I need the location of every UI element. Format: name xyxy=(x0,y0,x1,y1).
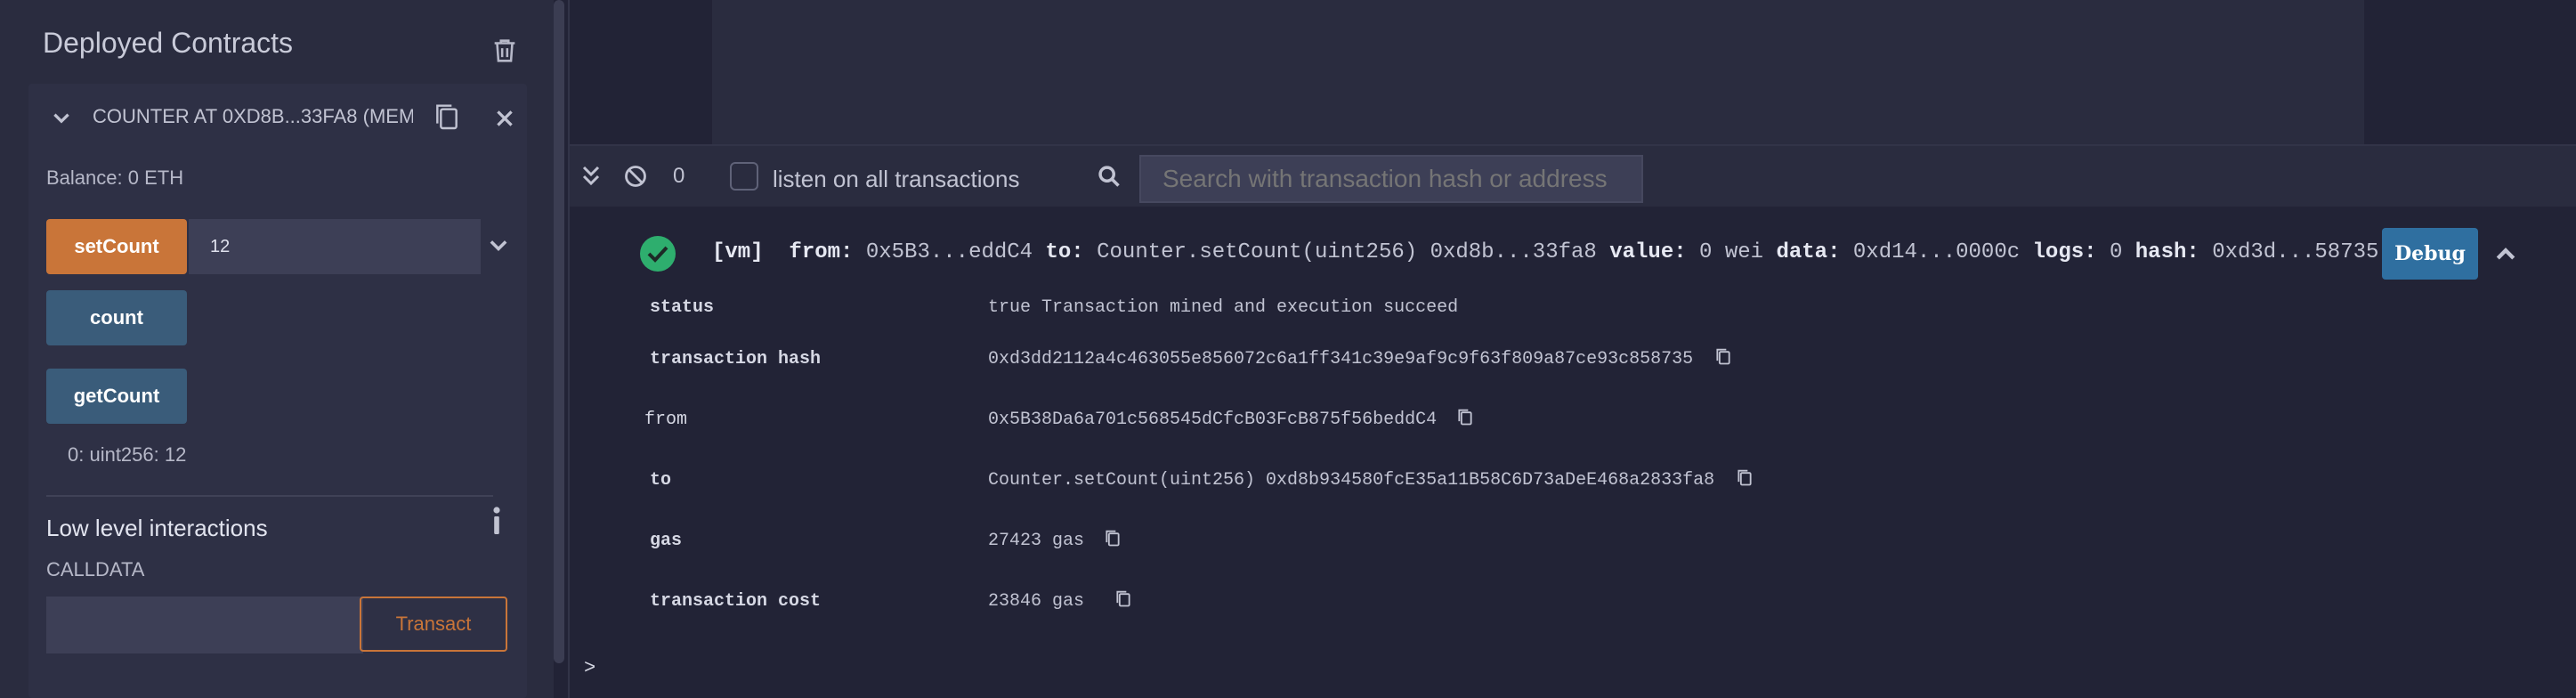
to-label: to xyxy=(650,470,672,491)
info-icon[interactable] xyxy=(490,506,504,536)
low-level-interactions-title: Low level interactions xyxy=(46,515,268,541)
to-value: Counter.setCount(uint256) 0xd8b934580fcE… xyxy=(988,470,1715,491)
editor-gutter xyxy=(570,0,712,144)
copy-icon[interactable] xyxy=(1736,468,1754,488)
vm-tag: [vm] xyxy=(712,240,764,264)
chevron-up-icon[interactable] xyxy=(2492,240,2519,267)
chevron-down-icon[interactable] xyxy=(486,233,511,258)
transaction-cost-label: transaction cost xyxy=(650,591,822,612)
setcount-button[interactable]: setCount xyxy=(46,219,187,274)
copy-icon[interactable] xyxy=(433,101,461,134)
getcount-result: 0: uint256: 12 xyxy=(68,443,187,466)
debug-button[interactable]: Debug xyxy=(2382,228,2478,280)
logs-key: logs: xyxy=(2032,240,2097,264)
contract-balance: Balance: 0 ETH xyxy=(46,166,184,189)
data-key: data: xyxy=(1776,240,1841,264)
from-value: 0x5B3...eddC4 xyxy=(865,240,1033,264)
from-label: from xyxy=(644,410,688,430)
from-key: from: xyxy=(789,240,854,264)
data-value: 0xd14...0000c xyxy=(1852,240,2021,264)
to-key: to: xyxy=(1045,240,1084,264)
close-icon[interactable] xyxy=(493,107,516,130)
count-button[interactable]: count xyxy=(46,290,187,345)
copy-icon[interactable] xyxy=(1714,347,1732,367)
copy-icon[interactable] xyxy=(1114,589,1132,609)
value-value: 0 wei xyxy=(1699,240,1764,264)
contract-instance-title[interactable]: COUNTER AT 0XD8B...33FA8 (MEM xyxy=(93,105,413,128)
transaction-cost-value: 23846 gas xyxy=(988,591,1085,612)
transaction-hash-label: transaction hash xyxy=(650,349,822,369)
deployed-contracts-title: Deployed Contracts xyxy=(43,27,294,59)
hash-value: 0xd3d...58735 xyxy=(2212,240,2379,264)
gas-value: 27423 gas xyxy=(988,531,1085,551)
from-address-value: 0x5B38Da6a701c568545dCfcB03FcB875f56bedd… xyxy=(988,410,1438,430)
listen-label[interactable]: listen on all transactions xyxy=(773,166,1019,193)
divider xyxy=(46,495,493,497)
status-label: status xyxy=(650,297,715,318)
double-chevron-down-icon[interactable] xyxy=(580,164,602,189)
trash-icon[interactable] xyxy=(490,36,520,66)
copy-icon[interactable] xyxy=(1104,529,1122,548)
calldata-input[interactable] xyxy=(46,597,363,653)
listen-checkbox[interactable] xyxy=(730,162,758,191)
pending-transactions-count: 0 xyxy=(673,164,685,188)
search-icon xyxy=(1097,164,1122,189)
logs-value: 0 xyxy=(2109,240,2123,264)
clear-console-icon[interactable] xyxy=(623,164,648,189)
setcount-input[interactable] xyxy=(189,219,481,274)
chevron-down-icon[interactable] xyxy=(50,107,73,130)
transact-button[interactable]: Transact xyxy=(360,597,507,652)
hash-key: hash: xyxy=(2135,240,2199,264)
transaction-hash-value: 0xd3dd2112a4c463055e856072c6a1ff341c39e9… xyxy=(988,349,1694,369)
success-check-icon xyxy=(639,235,676,272)
search-input[interactable] xyxy=(1139,155,1643,203)
copy-icon[interactable] xyxy=(1456,408,1474,427)
transaction-summary[interactable]: [vm] from: 0x5B3...eddC4 to: Counter.set… xyxy=(712,240,2378,264)
terminal-prompt[interactable]: > xyxy=(584,657,595,679)
left-scrollbar-thumb[interactable] xyxy=(554,0,564,663)
to-value: Counter.setCount(uint256) 0xd8b...33fa8 xyxy=(1097,240,1597,264)
gas-label: gas xyxy=(650,531,683,551)
calldata-label: CALLDATA xyxy=(46,558,145,580)
editor-minimap xyxy=(2364,0,2576,144)
getcount-button[interactable]: getCount xyxy=(46,369,187,424)
value-key: value: xyxy=(1609,240,1687,264)
status-value: true Transaction mined and execution suc… xyxy=(988,297,1459,318)
terminal-resize-handle[interactable] xyxy=(570,144,2576,146)
editor-area[interactable] xyxy=(712,0,2364,144)
